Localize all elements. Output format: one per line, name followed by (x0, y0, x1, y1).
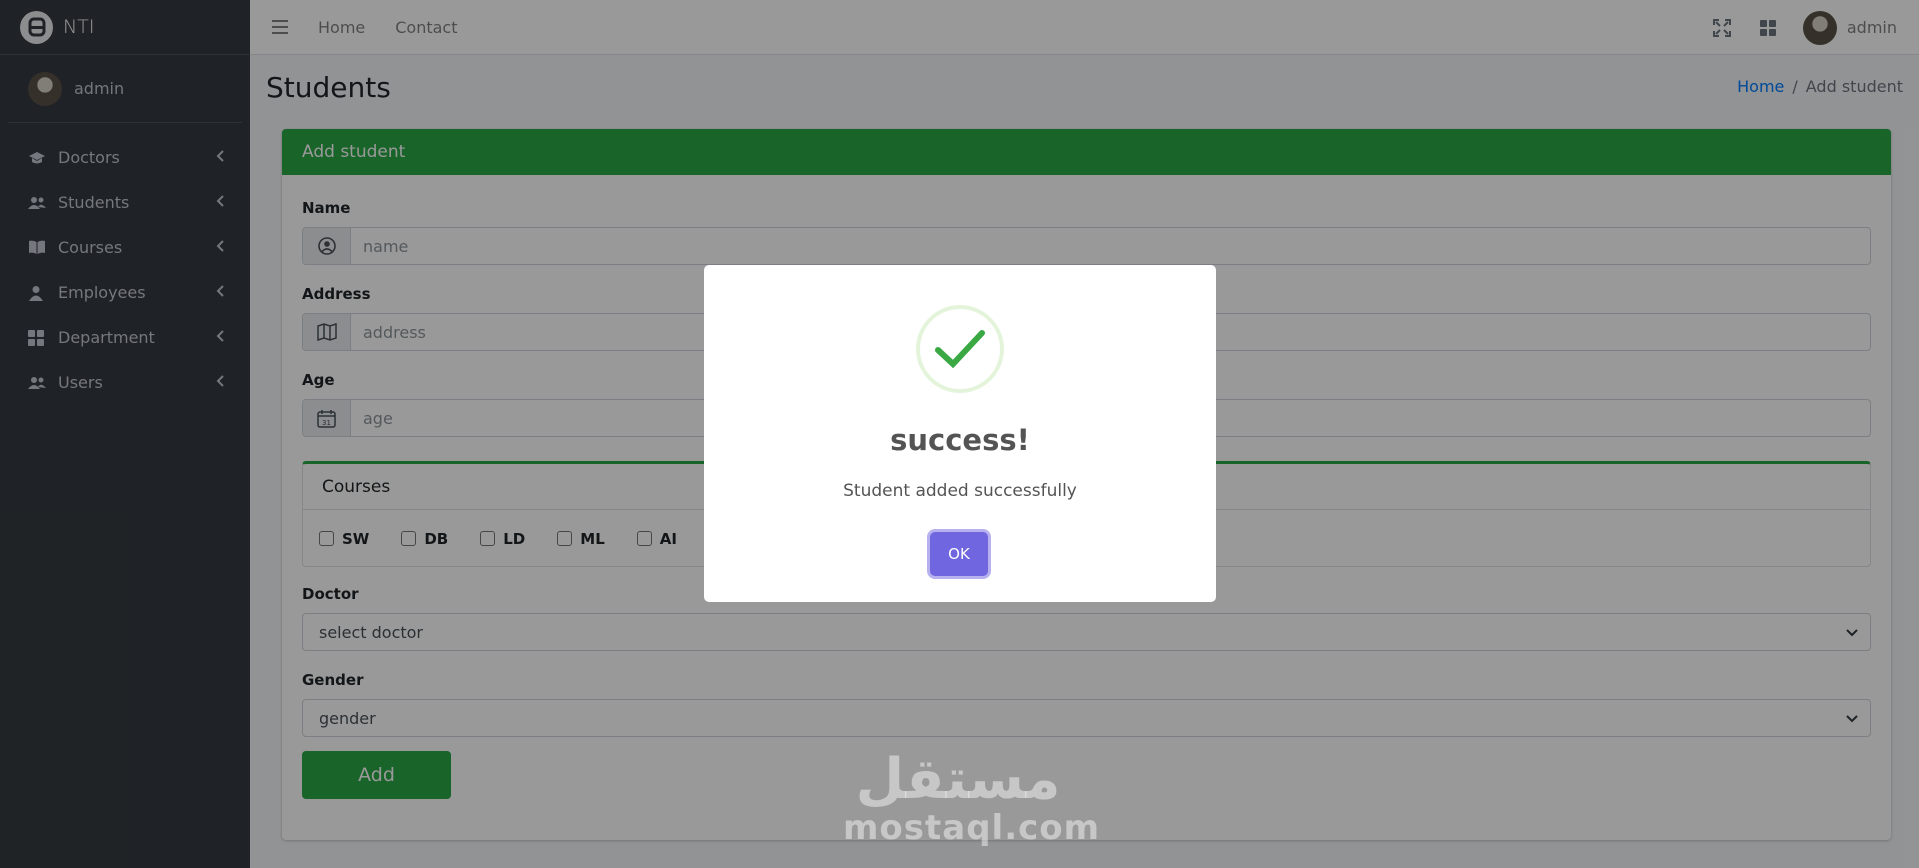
watermark-arabic: مستقل (855, 747, 1061, 812)
dialog-message: Student added successfully (843, 481, 1077, 501)
watermark: مستقل mostaql.com (843, 747, 1101, 848)
success-dialog: success! Student added successfully OK (704, 265, 1216, 602)
modal-backdrop[interactable]: مستقل mostaql.com success! Student added… (0, 0, 1919, 868)
success-check-icon (916, 305, 1004, 393)
ok-button[interactable]: OK (930, 532, 988, 576)
dialog-title: success! (890, 423, 1030, 457)
watermark-latin: mostaql.com (843, 808, 1101, 848)
